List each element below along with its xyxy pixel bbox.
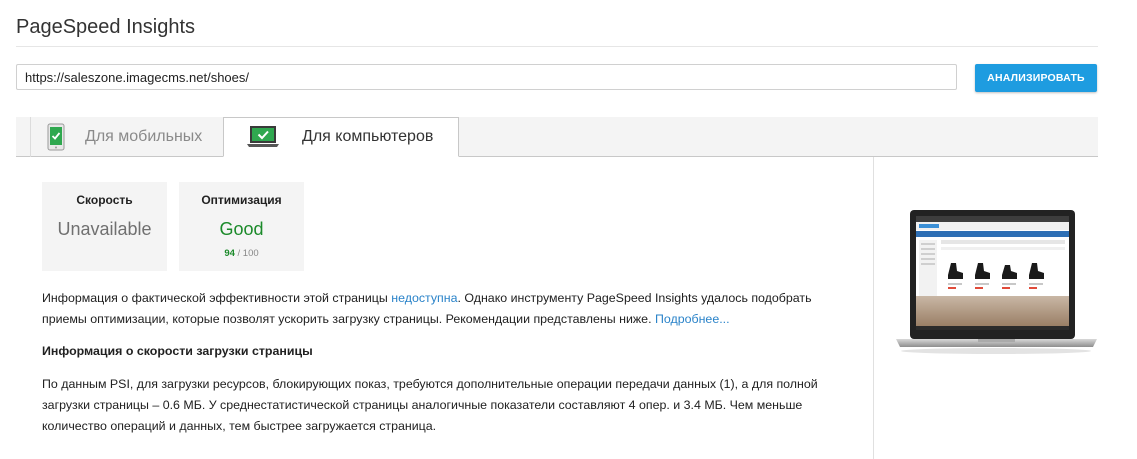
learn-more-link[interactable]: Подробнее...: [655, 312, 730, 326]
optimization-score-max: / 100: [237, 248, 259, 259]
optimization-score-card: Оптимизация Good 94 / 100: [179, 182, 304, 271]
optimization-value: Good: [219, 219, 264, 239]
speed-title: Скорость: [76, 193, 133, 207]
field-data-paragraph: Информация о фактической эффективности э…: [42, 288, 857, 330]
tab-mobile[interactable]: Для мобильных: [30, 117, 222, 157]
analyze-button[interactable]: АНАЛИЗИРОВАТЬ: [975, 64, 1097, 92]
speed-value: Unavailable: [57, 219, 152, 239]
optimization-title: Оптимизация: [201, 193, 282, 207]
speed-score-card: Скорость Unavailable: [42, 182, 167, 271]
laptop-icon: [247, 126, 279, 147]
speed-info-paragraph: По данным PSI, для загрузки ресурсов, бл…: [42, 377, 818, 433]
unavailable-link[interactable]: недоступна: [391, 291, 457, 305]
sidebar-divider: [873, 157, 874, 459]
url-input[interactable]: [16, 64, 957, 90]
tab-desktop-label: Для компьютеров: [302, 128, 434, 145]
header-divider: [16, 46, 1098, 47]
p1-text-a: Информация о фактической эффективности э…: [42, 291, 392, 305]
tab-desktop[interactable]: Для компьютеров: [223, 117, 459, 157]
optimization-score-number: 94: [224, 248, 235, 259]
desktop-screenshot-preview: [896, 210, 1097, 354]
optimization-score: 94 / 100: [179, 248, 304, 259]
speed-info-heading: Информация о скорости загрузки страницы: [42, 344, 313, 358]
tab-mobile-label: Для мобильных: [85, 128, 203, 145]
phone-icon: [47, 123, 65, 151]
page-title: PageSpeed Insights: [16, 16, 196, 39]
